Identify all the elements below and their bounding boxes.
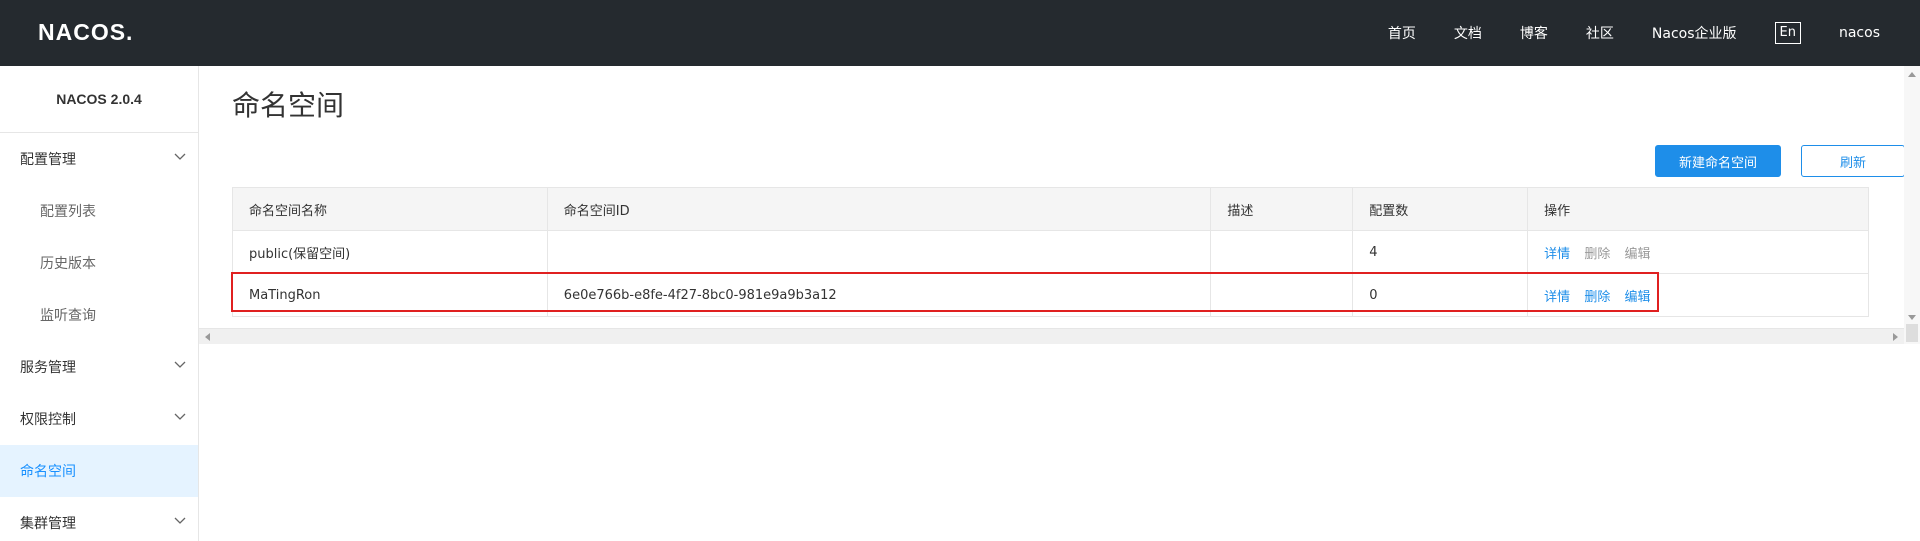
horizontal-scrollbar[interactable] xyxy=(199,328,1904,344)
sidebar-item-config-list[interactable]: 配置列表 xyxy=(0,185,198,237)
namespace-description-cell xyxy=(1210,273,1354,317)
nav-home[interactable]: 首页 xyxy=(1388,23,1416,43)
column-header-operations: 操作 xyxy=(1527,187,1869,231)
language-toggle[interactable]: En xyxy=(1774,22,1801,44)
namespace-name-cell: MaTingRon xyxy=(232,273,548,317)
operations-cell: 详情 删除 编辑 xyxy=(1527,273,1869,317)
table-row: public(保留空间) 4 详情 删除 编辑 xyxy=(232,230,1869,274)
column-header-description: 描述 xyxy=(1210,187,1354,231)
nav-docs[interactable]: 文档 xyxy=(1454,23,1482,43)
detail-link[interactable]: 详情 xyxy=(1544,247,1570,262)
sidebar-item-label: 历史版本 xyxy=(40,256,96,272)
nav-community[interactable]: 社区 xyxy=(1586,23,1614,43)
namespace-table: 命名空间名称 命名空间ID 描述 配置数 操作 public(保留空间) 4 详… xyxy=(232,187,1869,317)
config-count-cell: 4 xyxy=(1352,230,1529,274)
scroll-down-icon[interactable] xyxy=(1908,315,1916,320)
namespace-id-cell xyxy=(546,230,1212,274)
sidebar-item-label: 集群管理 xyxy=(20,516,76,532)
table-row: MaTingRon 6e0e766b-e8fe-4f27-8bc0-981e9a… xyxy=(232,273,1869,317)
new-namespace-button[interactable]: 新建命名空间 xyxy=(1655,145,1781,177)
chevron-down-icon xyxy=(174,153,186,160)
detail-link[interactable]: 详情 xyxy=(1544,290,1570,305)
namespace-name-cell: public(保留空间) xyxy=(232,230,548,274)
chevron-down-icon xyxy=(174,361,186,368)
top-nav: 首页 文档 博客 社区 Nacos企业版 En nacos xyxy=(1350,0,1880,66)
nav-blog[interactable]: 博客 xyxy=(1520,23,1548,43)
delete-link[interactable]: 删除 xyxy=(1584,290,1610,305)
sidebar-item-namespace[interactable]: 命名空间 xyxy=(0,445,198,497)
sidebar-item-label: 权限控制 xyxy=(20,412,76,428)
operations-cell: 详情 删除 编辑 xyxy=(1527,230,1869,274)
column-header-id: 命名空间ID xyxy=(546,187,1212,231)
edit-link[interactable]: 编辑 xyxy=(1624,290,1650,305)
namespace-description-cell xyxy=(1210,230,1354,274)
vertical-scrollbar[interactable] xyxy=(1904,66,1920,344)
sidebar-item-access-control[interactable]: 权限控制 xyxy=(0,393,198,445)
sidebar: NACOS 2.0.4 配置管理 配置列表 历史版本 监听查询 服务管理 权限控… xyxy=(0,66,199,541)
scroll-left-icon[interactable] xyxy=(205,333,210,341)
main-content: 命名空间 新建命名空间 刷新 命名空间名称 命名空间ID 描述 配置数 操作 p… xyxy=(199,66,1920,541)
sidebar-item-label: 配置管理 xyxy=(20,152,76,168)
top-header: NACOS. 首页 文档 博客 社区 Nacos企业版 En nacos xyxy=(0,0,1920,66)
nacos-logo[interactable]: NACOS. xyxy=(38,19,133,46)
table-header-row: 命名空间名称 命名空间ID 描述 配置数 操作 xyxy=(232,187,1869,231)
chevron-down-icon xyxy=(174,413,186,420)
version-label: NACOS 2.0.4 xyxy=(0,66,198,133)
sidebar-item-cluster-management[interactable]: 集群管理 xyxy=(0,497,198,541)
user-menu[interactable]: nacos xyxy=(1839,25,1880,41)
delete-link: 删除 xyxy=(1584,246,1611,262)
column-header-config-count: 配置数 xyxy=(1352,187,1529,231)
namespace-id-cell: 6e0e766b-e8fe-4f27-8bc0-981e9a9b3a12 xyxy=(546,273,1212,317)
sidebar-item-label: 服务管理 xyxy=(20,360,76,376)
edit-link: 编辑 xyxy=(1624,246,1651,262)
chevron-down-icon xyxy=(174,517,186,524)
sidebar-item-label: 命名空间 xyxy=(20,464,76,480)
column-header-name: 命名空间名称 xyxy=(232,187,548,231)
scroll-up-icon[interactable] xyxy=(1908,72,1916,77)
sidebar-item-label: 监听查询 xyxy=(40,308,96,324)
scrollbar-thumb[interactable] xyxy=(1906,324,1918,342)
sidebar-item-history[interactable]: 历史版本 xyxy=(0,237,198,289)
page-title: 命名空间 xyxy=(232,89,345,122)
nav-enterprise[interactable]: Nacos企业版 xyxy=(1652,23,1737,43)
scroll-right-icon[interactable] xyxy=(1893,333,1898,341)
config-count-cell: 0 xyxy=(1352,273,1529,317)
sidebar-item-listener-query[interactable]: 监听查询 xyxy=(0,289,198,341)
sidebar-item-service-management[interactable]: 服务管理 xyxy=(0,341,198,393)
refresh-button[interactable]: 刷新 xyxy=(1801,145,1905,177)
sidebar-item-config-management[interactable]: 配置管理 xyxy=(0,133,198,185)
sidebar-item-label: 配置列表 xyxy=(40,204,96,220)
